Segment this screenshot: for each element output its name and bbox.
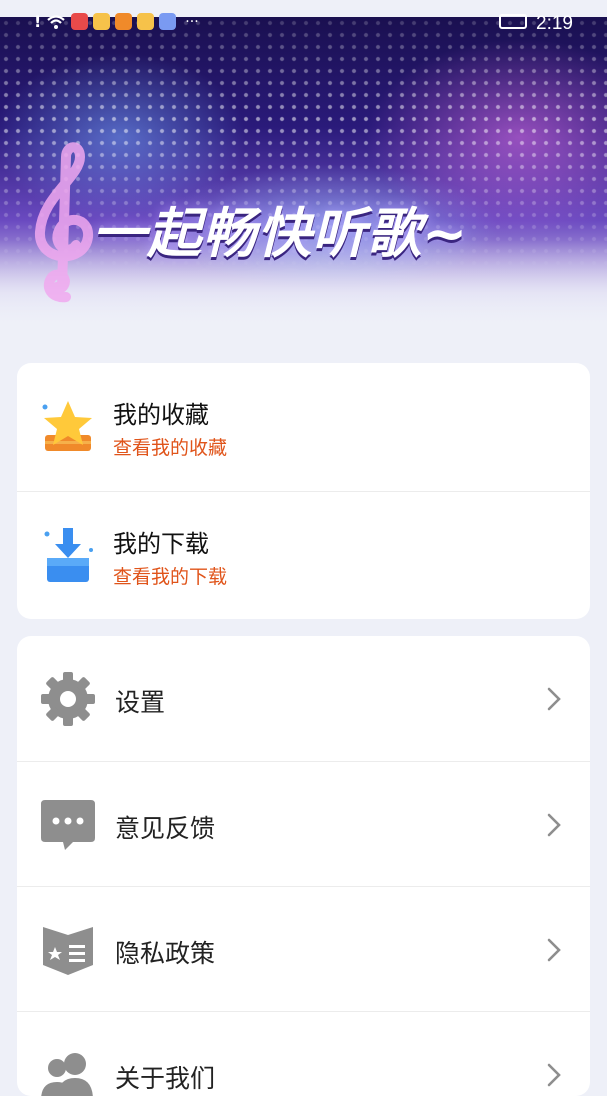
downloads-title: 我的下载 [113, 530, 209, 558]
menu-item-about[interactable]: 关于我们 [17, 1011, 590, 1096]
favorites-item[interactable]: 我的收藏 查看我的收藏 [17, 363, 590, 491]
treble-clef-icon [35, 142, 93, 303]
favorites-subtitle: 查看我的收藏 [113, 437, 228, 459]
battery-icon [499, 14, 527, 29]
menu-item-settings[interactable]: 设置 [17, 636, 590, 761]
chevron-right-icon [547, 813, 561, 837]
video-app-icon [115, 13, 133, 30]
settings-label: 设置 [115, 688, 166, 717]
feedback-label: 意见反馈 [115, 814, 216, 843]
users-icon [41, 1053, 93, 1096]
download-icon [44, 528, 93, 582]
privacy-label: 隐私政策 [115, 939, 216, 968]
alert-icon: ! [34, 12, 42, 31]
app-notification-icon [71, 13, 89, 30]
chevron-right-icon [547, 938, 561, 962]
weibo-icon [137, 13, 155, 30]
weibo-icon [93, 13, 111, 30]
banner: 一起畅快听歌~ [0, 17, 607, 330]
about-label: 关于我们 [115, 1064, 216, 1093]
status-bar: ! ··· 2:19 [0, 10, 607, 36]
chevron-right-icon [547, 687, 561, 711]
banner-title: 一起畅快听歌~ [92, 202, 469, 265]
gear-icon [41, 672, 95, 726]
favorites-title: 我的收藏 [113, 401, 209, 429]
star-icon [42, 401, 92, 451]
downloads-subtitle: 查看我的下载 [113, 566, 228, 588]
downloads-item[interactable]: 我的下载 查看我的下载 [17, 491, 590, 619]
wifi-icon [47, 14, 66, 29]
chat-icon [41, 800, 95, 850]
chevron-right-icon [547, 1063, 561, 1087]
menu-item-privacy[interactable]: 隐私政策 [17, 886, 590, 1011]
shortcuts-card: 我的收藏 查看我的收藏 我的下载 查看我的下载 [17, 363, 590, 619]
music-app-icon [159, 13, 177, 30]
menu-card: 设置 意见反馈 隐私政策 关于我们 [17, 636, 590, 1096]
clock: 2:19 [536, 13, 573, 34]
shield-icon [43, 927, 93, 975]
menu-item-feedback[interactable]: 意见反馈 [17, 761, 590, 886]
more-notifications-icon: ··· [185, 13, 199, 30]
